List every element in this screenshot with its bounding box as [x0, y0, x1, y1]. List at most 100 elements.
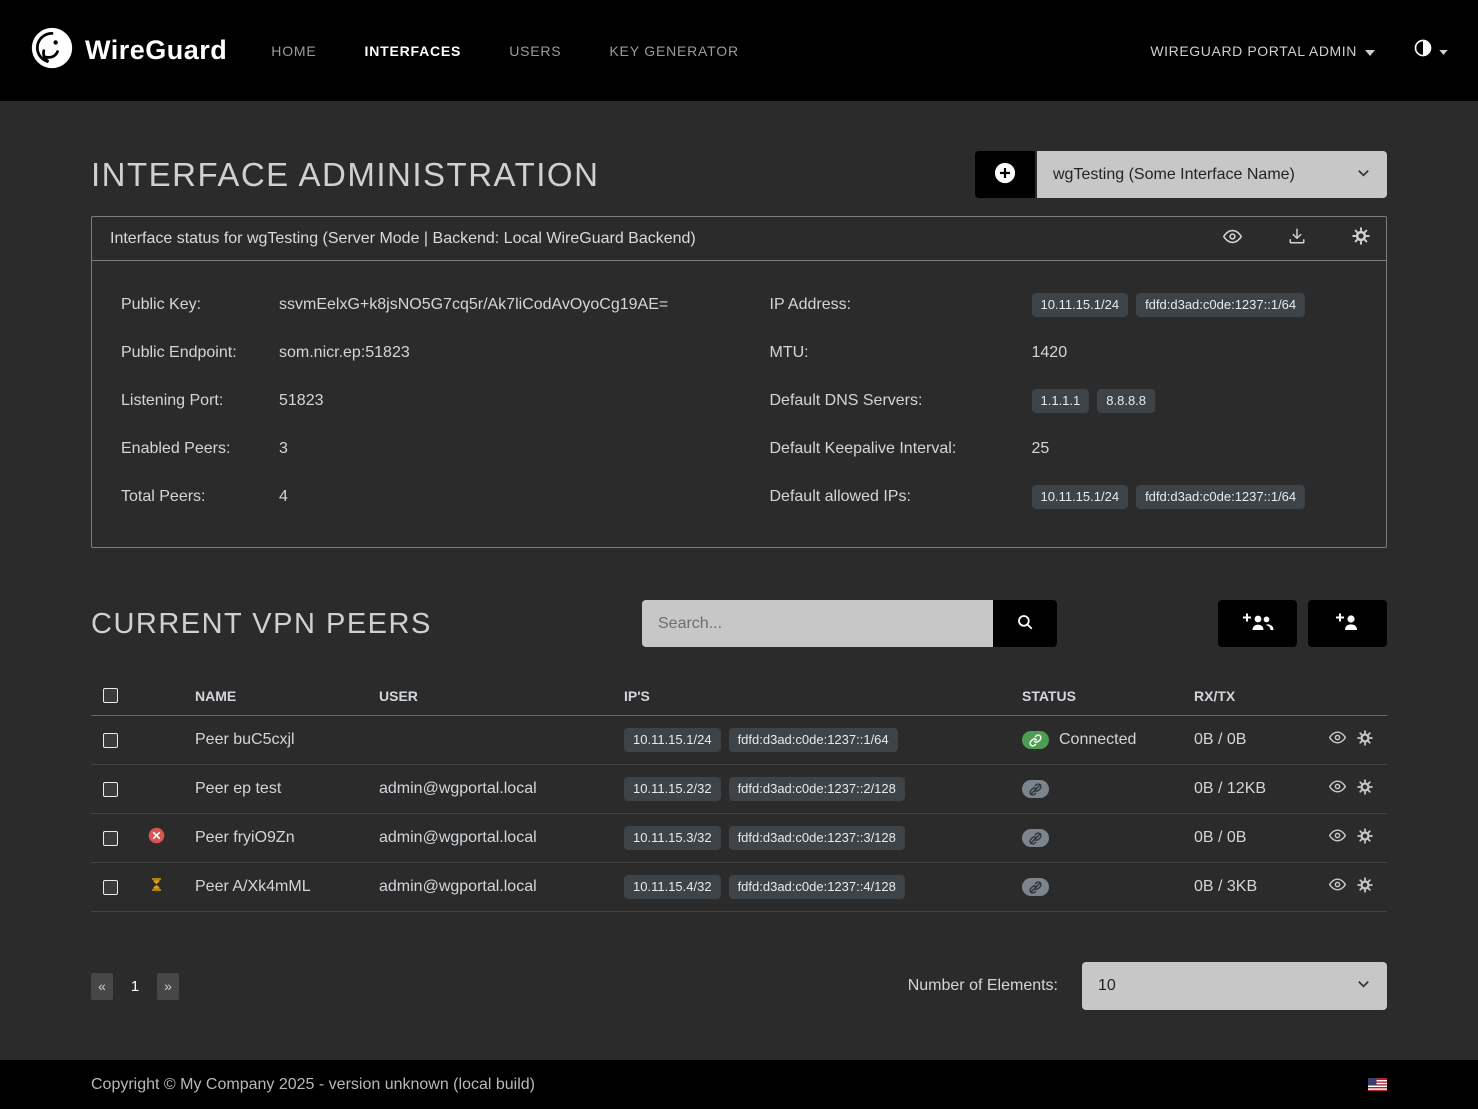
peer-row-checkbox[interactable] [103, 880, 118, 895]
peer-row: Peer A/Xk4mML admin@wgportal.local 10.11… [91, 863, 1387, 912]
show-config-button[interactable] [1223, 227, 1242, 251]
peer-edit-button[interactable] [1357, 876, 1373, 898]
eye-icon [1329, 827, 1346, 849]
plus-circle-icon [994, 162, 1016, 187]
language-flag-us-icon[interactable] [1368, 1078, 1387, 1091]
footer: Copyright © My Company 2025 - version un… [0, 1060, 1478, 1109]
interface-select-value: wgTesting (Some Interface Name) [1053, 166, 1295, 184]
peer-ip-badge: fdfd:d3ad:c0de:1237::1/64 [729, 728, 898, 752]
connected-link-icon [1022, 731, 1049, 749]
interface-status-card-body: Public Key: ssvmEelxG+k8jsNO5G7cq5r/Ak7l… [92, 261, 1386, 547]
pagination-next-button[interactable]: » [157, 973, 179, 1000]
pagination-current-page[interactable]: 1 [122, 973, 148, 1000]
add-user-icon [1335, 612, 1361, 635]
col-status: STATUS [1004, 688, 1176, 704]
peer-edit-button[interactable] [1357, 778, 1373, 800]
peers-toolbar: CURRENT VPN PEERS [91, 596, 1387, 652]
field-label: Total Peers: [121, 488, 279, 506]
brand-home-link[interactable]: WireGuard [30, 26, 227, 75]
peer-user: admin@wgportal.local [361, 829, 606, 847]
field-keepalive: Default Keepalive Interval: 25 [770, 425, 1371, 473]
peer-rxtx: 0B / 3KB [1176, 878, 1288, 896]
add-interface-button[interactable] [975, 151, 1035, 198]
peers-table-header: NAME USER IP'S STATUS RX/TX [91, 676, 1387, 716]
page-title: INTERFACE ADMINISTRATION [91, 156, 599, 194]
admin-user-menu-label: WIREGUARD PORTAL ADMIN [1150, 43, 1357, 59]
peer-status-text: Connected [1059, 731, 1136, 749]
peer-name: Peer fryiO9Zn [177, 829, 361, 847]
peer-view-button[interactable] [1329, 729, 1346, 751]
peer-view-button[interactable] [1329, 876, 1346, 898]
wireguard-logo-icon [30, 26, 74, 75]
field-enabled-peers: Enabled Peers: 3 [121, 425, 746, 473]
disconnected-link-slash-icon [1022, 829, 1049, 847]
gear-icon [1357, 730, 1373, 751]
interface-card-actions [1223, 227, 1370, 251]
search-icon [1016, 613, 1034, 634]
peer-row-checkbox[interactable] [103, 782, 118, 797]
eye-icon [1329, 729, 1346, 751]
peer-edit-button[interactable] [1357, 729, 1373, 751]
ip-badge: fdfd:d3ad:c0de:1237::1/64 [1136, 293, 1305, 317]
page-size-select[interactable]: 10 [1082, 962, 1387, 1010]
nav-home[interactable]: HOME [271, 43, 316, 59]
edit-interface-button[interactable] [1352, 227, 1370, 250]
interface-status-title: Interface status for wgTesting (Server M… [110, 230, 696, 248]
peer-rxtx: 0B / 12KB [1176, 780, 1288, 798]
peer-ip-badge: fdfd:d3ad:c0de:1237::4/128 [729, 875, 905, 899]
eye-icon [1223, 227, 1242, 251]
interface-fields-right: IP Address: 10.11.15.1/24 fdfd:d3ad:c0de… [746, 281, 1371, 521]
nav-interfaces[interactable]: INTERFACES [365, 43, 462, 59]
admin-user-menu[interactable]: WIREGUARD PORTAL ADMIN [1150, 43, 1375, 59]
nav-key-generator[interactable]: KEY GENERATOR [609, 43, 738, 59]
field-total-peers: Total Peers: 4 [121, 473, 746, 521]
field-dns-servers: Default DNS Servers: 1.1.1.1 8.8.8.8 [770, 377, 1371, 425]
add-peer-button[interactable] [1308, 600, 1387, 647]
field-value: 3 [279, 440, 288, 458]
field-label: Default Keepalive Interval: [770, 440, 1032, 458]
eye-icon [1329, 778, 1346, 800]
peer-view-button[interactable] [1329, 778, 1346, 800]
field-value: ssvmEelxG+k8jsNO5G7cq5r/Ak7liCodAvOyoCg1… [279, 296, 668, 314]
peer-view-button[interactable] [1329, 827, 1346, 849]
gear-icon [1352, 227, 1370, 250]
navbar-right: WIREGUARD PORTAL ADMIN [1150, 38, 1448, 63]
field-label: Default DNS Servers: [770, 392, 1032, 410]
peer-search-button[interactable] [993, 600, 1057, 647]
add-multiple-peers-button[interactable] [1218, 600, 1297, 647]
download-config-button[interactable] [1288, 227, 1306, 250]
col-rxtx: RX/TX [1176, 688, 1288, 704]
field-label: IP Address: [770, 296, 1032, 314]
interface-status-card-header: Interface status for wgTesting (Server M… [92, 217, 1386, 261]
peer-row-checkbox[interactable] [103, 831, 118, 846]
peers-table: NAME USER IP'S STATUS RX/TX Peer buC5cxj… [91, 676, 1387, 912]
select-all-checkbox[interactable] [103, 688, 118, 703]
caret-down-icon [1439, 42, 1448, 60]
peer-row-checkbox[interactable] [103, 733, 118, 748]
page-size-value: 10 [1098, 977, 1116, 995]
pagination-prev-button[interactable]: « [91, 973, 113, 1000]
peer-edit-button[interactable] [1357, 827, 1373, 849]
peer-disabled-icon [148, 827, 165, 849]
interface-select[interactable]: wgTesting (Some Interface Name) [1037, 151, 1387, 198]
peer-row: Peer ep test admin@wgportal.local 10.11.… [91, 765, 1387, 814]
field-label: MTU: [770, 344, 1032, 362]
nav-users[interactable]: USERS [509, 43, 561, 59]
theme-toggle-menu[interactable] [1413, 38, 1448, 63]
ip-badge: 10.11.15.1/24 [1032, 293, 1129, 317]
field-mtu: MTU: 1420 [770, 329, 1371, 377]
field-value: som.nicr.ep:51823 [279, 344, 410, 362]
pagination: « 1 » [91, 973, 179, 1000]
theme-half-circle-icon [1413, 38, 1433, 63]
peer-ip-badge: fdfd:d3ad:c0de:1237::2/128 [729, 777, 905, 801]
navbar: WireGuard HOME INTERFACES USERS KEY GENE… [0, 0, 1478, 101]
peer-search-group [642, 600, 1057, 647]
peer-user: admin@wgportal.local [361, 780, 606, 798]
peer-search-input[interactable] [642, 600, 993, 647]
interface-fields-left: Public Key: ssvmEelxG+k8jsNO5G7cq5r/Ak7l… [121, 281, 746, 521]
gear-icon [1357, 779, 1373, 800]
chevron-down-icon [1356, 976, 1371, 996]
gear-icon [1357, 828, 1373, 849]
col-user: USER [361, 688, 606, 704]
field-allowed-ips: Default allowed IPs: 10.11.15.1/24 fdfd:… [770, 473, 1371, 521]
